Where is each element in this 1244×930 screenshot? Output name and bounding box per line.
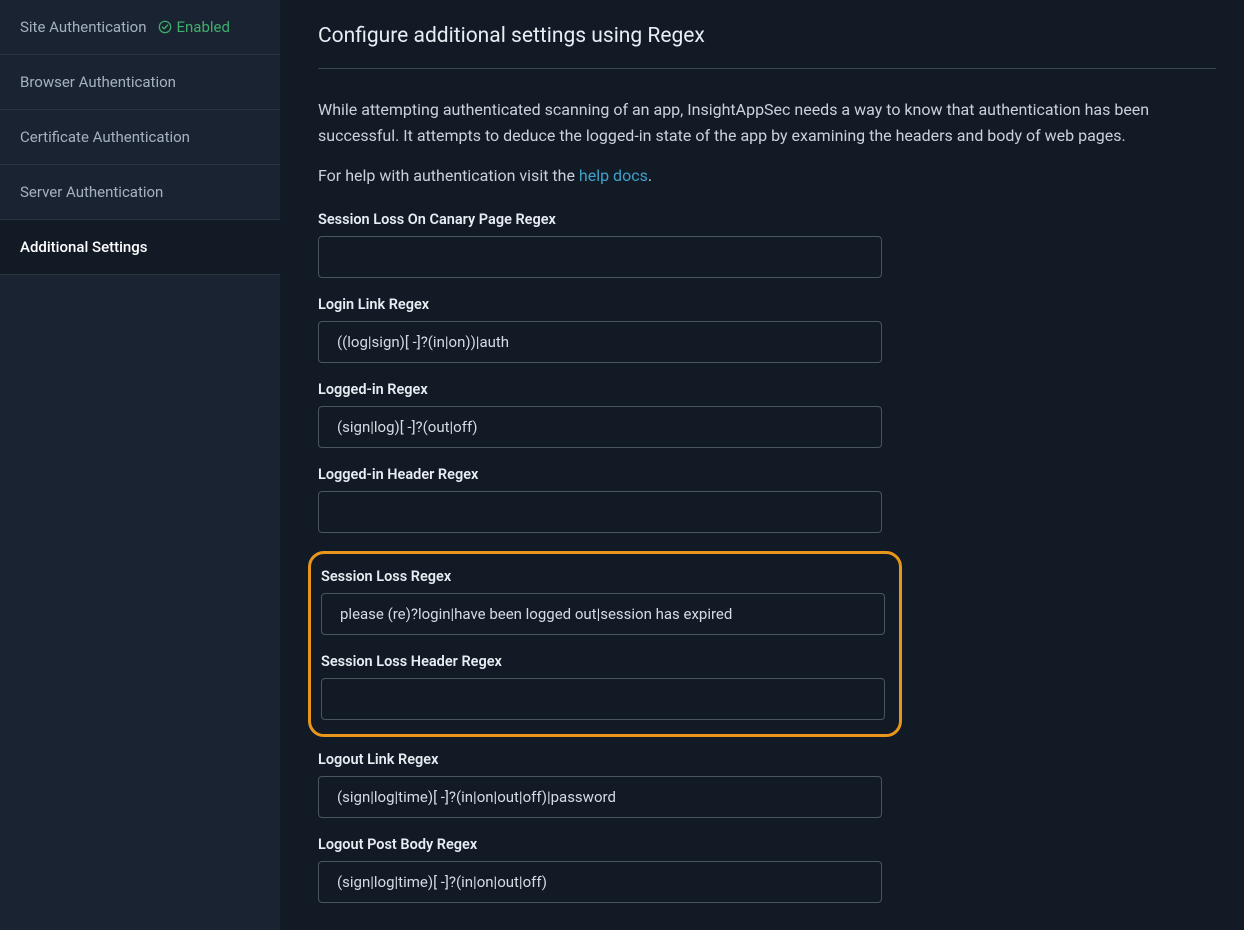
field-logout-link: Logout Link Regex bbox=[318, 751, 1216, 818]
field-session-loss-canary: Session Loss On Canary Page Regex bbox=[318, 211, 1216, 278]
sidebar-item-server-auth[interactable]: Server Authentication bbox=[0, 165, 280, 220]
help-docs-link[interactable]: help docs bbox=[579, 166, 648, 185]
sidebar-item-site-auth[interactable]: Site Authentication Enabled bbox=[0, 0, 280, 55]
main-content: Configure additional settings using Rege… bbox=[280, 0, 1244, 930]
status-label: Enabled bbox=[176, 18, 229, 36]
field-logout-post-body: Logout Post Body Regex bbox=[318, 836, 1216, 903]
input-logout-link[interactable] bbox=[318, 776, 882, 818]
page-title: Configure additional settings using Rege… bbox=[318, 24, 1216, 69]
label-logout-link: Logout Link Regex bbox=[318, 751, 1216, 768]
label-session-loss-header: Session Loss Header Regex bbox=[321, 653, 889, 670]
label-login-link: Login Link Regex bbox=[318, 296, 1216, 313]
field-session-loss: Session Loss Regex bbox=[311, 568, 889, 635]
help-suffix: . bbox=[648, 166, 652, 185]
field-session-loss-header: Session Loss Header Regex bbox=[311, 653, 889, 720]
input-session-loss[interactable] bbox=[321, 593, 885, 635]
status-badge-enabled: Enabled bbox=[158, 18, 229, 36]
field-logged-in-header: Logged-in Header Regex bbox=[318, 466, 1216, 533]
label-session-loss-canary: Session Loss On Canary Page Regex bbox=[318, 211, 1216, 228]
help-line: For help with authentication visit the h… bbox=[318, 166, 1216, 185]
help-prefix: For help with authentication visit the bbox=[318, 166, 579, 185]
input-session-loss-header[interactable] bbox=[321, 678, 885, 720]
field-login-link: Login Link Regex bbox=[318, 296, 1216, 363]
label-logged-in-header: Logged-in Header Regex bbox=[318, 466, 1216, 483]
sidebar-item-label: Browser Authentication bbox=[20, 73, 176, 91]
sidebar-item-browser-auth[interactable]: Browser Authentication bbox=[0, 55, 280, 110]
label-session-loss: Session Loss Regex bbox=[321, 568, 889, 585]
sidebar-item-label: Site Authentication bbox=[20, 18, 146, 36]
page-description: While attempting authenticated scanning … bbox=[318, 97, 1216, 148]
label-logout-post-body: Logout Post Body Regex bbox=[318, 836, 1216, 853]
sidebar-item-label: Server Authentication bbox=[20, 183, 163, 201]
sidebar-item-certificate-auth[interactable]: Certificate Authentication bbox=[0, 110, 280, 165]
settings-sidebar: Site Authentication Enabled Browser Auth… bbox=[0, 0, 280, 930]
input-logout-post-body[interactable] bbox=[318, 861, 882, 903]
check-circle-icon bbox=[158, 20, 172, 34]
field-logged-in: Logged-in Regex bbox=[318, 381, 1216, 448]
label-logged-in: Logged-in Regex bbox=[318, 381, 1216, 398]
sidebar-item-label: Additional Settings bbox=[20, 238, 148, 256]
highlight-session-loss-group: Session Loss Regex Session Loss Header R… bbox=[308, 551, 902, 737]
input-logged-in-header[interactable] bbox=[318, 491, 882, 533]
sidebar-item-label: Certificate Authentication bbox=[20, 128, 190, 146]
input-logged-in[interactable] bbox=[318, 406, 882, 448]
input-session-loss-canary[interactable] bbox=[318, 236, 882, 278]
sidebar-item-additional-settings[interactable]: Additional Settings bbox=[0, 220, 280, 275]
input-login-link[interactable] bbox=[318, 321, 882, 363]
